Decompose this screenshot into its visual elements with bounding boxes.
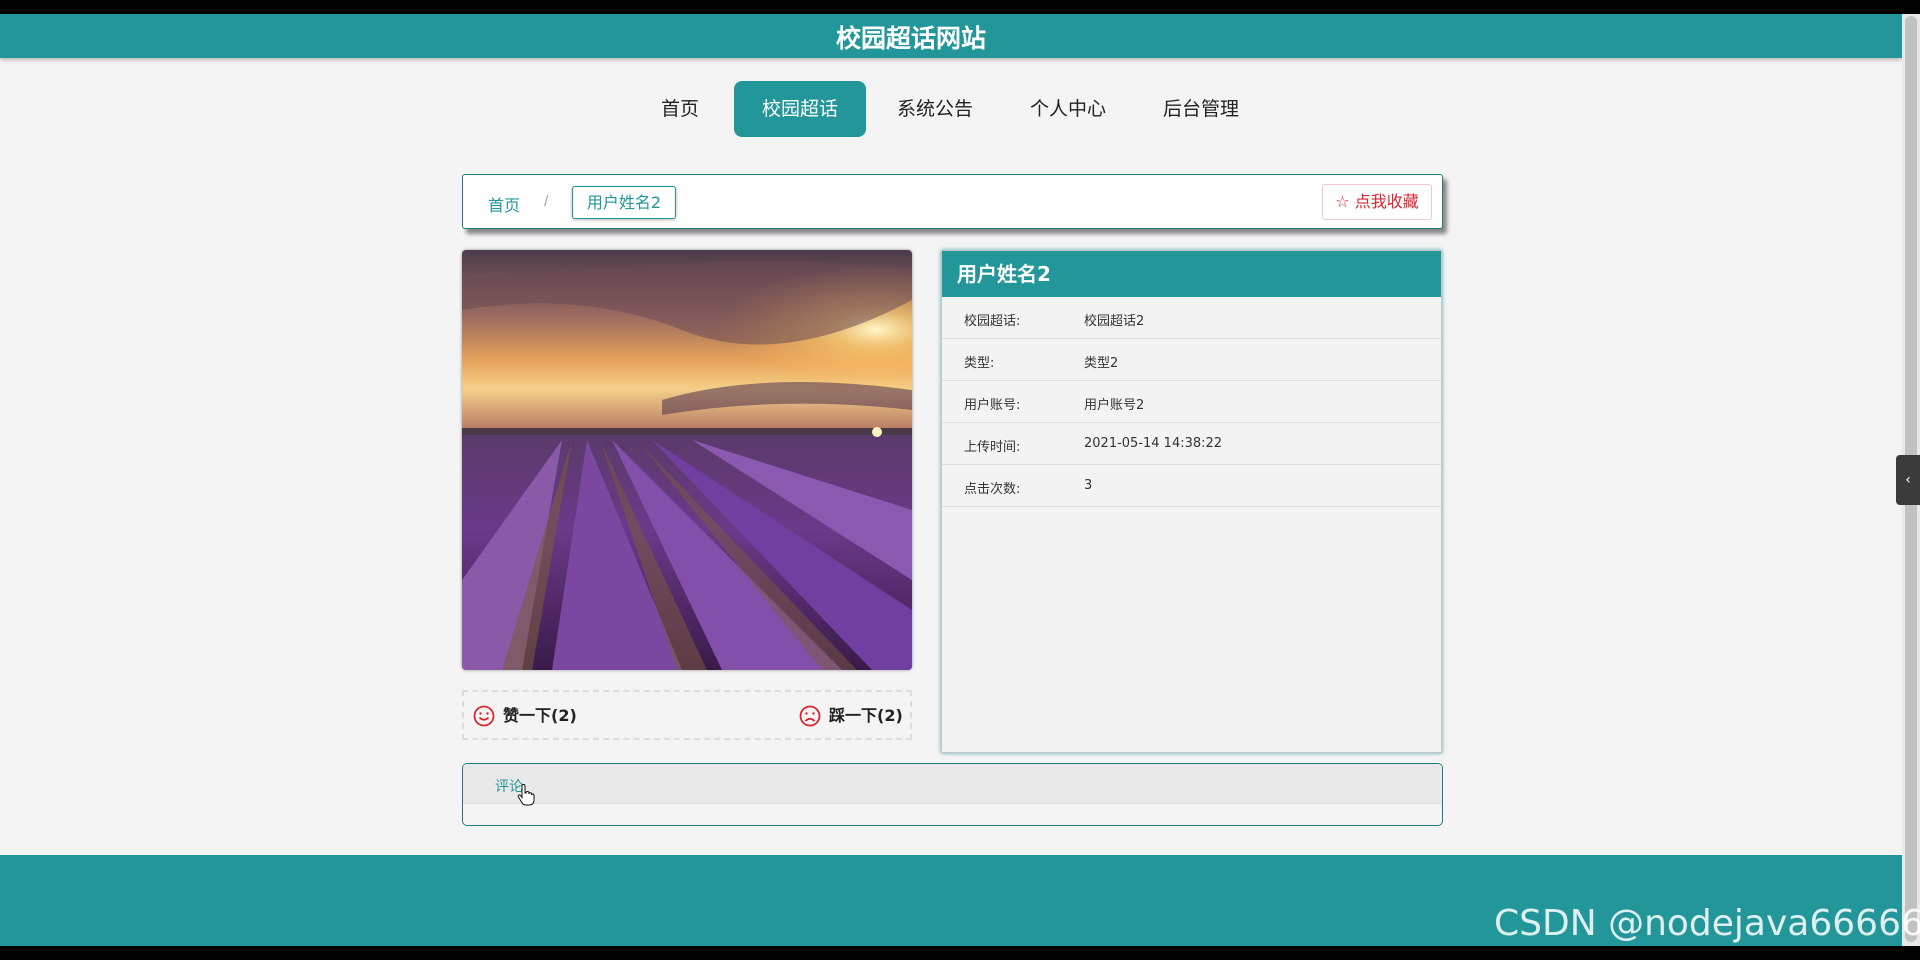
- chevron-left-icon: ‹: [1905, 472, 1911, 488]
- nav-item-home[interactable]: 首页: [648, 81, 712, 137]
- detail-panel: 用户姓名2 校园超话: 校园超话2 类型: 类型2 用户账号: 用户账号2 上传…: [941, 250, 1442, 753]
- detail-value: 类型2: [1084, 356, 1119, 371]
- detail-title: 用户姓名2: [942, 251, 1441, 297]
- breadcrumb-separator: /: [544, 194, 549, 209]
- top-header-bar: 校园超话网站: [0, 14, 1902, 58]
- detail-value: 用户账号2: [1084, 398, 1145, 413]
- page: 校园超话网站 首页 校园超话 系统公告 个人中心 后台管理 首页 / 用户姓名2…: [0, 14, 1902, 946]
- dislike-button[interactable]: 踩一下(2): [799, 704, 909, 728]
- dislike-label: 踩一下(2): [829, 706, 903, 725]
- frown-icon: [799, 705, 821, 727]
- favorite-button[interactable]: ☆ 点我收藏: [1322, 184, 1432, 220]
- detail-row: 上传时间: 2021-05-14 14:38:22: [942, 423, 1441, 465]
- breadcrumb-current: 用户姓名2: [572, 186, 676, 219]
- vote-bar: 赞一下(2) 踩一下(2): [462, 690, 912, 740]
- like-button[interactable]: 赞一下(2): [473, 704, 593, 728]
- detail-value: 校园超话2: [1084, 314, 1145, 329]
- breadcrumb-home-link[interactable]: 首页: [488, 192, 520, 216]
- detail-label: 点击次数:: [964, 482, 1021, 497]
- detail-row: 点击次数: 3: [942, 465, 1441, 507]
- nav-item-admin[interactable]: 后台管理: [1152, 81, 1250, 137]
- detail-label: 用户账号:: [964, 398, 1021, 413]
- detail-value: 3: [1084, 478, 1093, 493]
- post-image: [462, 250, 912, 670]
- detail-label: 上传时间:: [964, 440, 1021, 455]
- comment-tab-bar: 评论: [463, 764, 1442, 806]
- smile-icon: [473, 705, 495, 727]
- detail-label: 校园超话:: [964, 314, 1021, 329]
- detail-row: 校园超话: 校园超话2: [942, 297, 1441, 339]
- nav-item-campus-topics[interactable]: 校园超话: [734, 81, 866, 137]
- nav-item-announcements[interactable]: 系统公告: [886, 81, 984, 137]
- detail-row: 用户账号: 用户账号2: [942, 381, 1441, 423]
- detail-row: 类型: 类型2: [942, 339, 1441, 381]
- like-label: 赞一下(2): [503, 706, 577, 725]
- detail-value: 2021-05-14 14:38:22: [1084, 436, 1223, 451]
- comment-section: 评论: [462, 763, 1443, 826]
- hand-cursor-icon: [517, 784, 535, 806]
- site-title: 校园超话网站: [835, 24, 986, 53]
- side-panel-toggle[interactable]: ‹: [1896, 455, 1920, 505]
- breadcrumb: 首页 / 用户姓名2 ☆ 点我收藏: [462, 174, 1443, 229]
- main-nav: 首页 校园超话 系统公告 个人中心 后台管理: [0, 81, 1902, 137]
- nav-item-personal-center[interactable]: 个人中心: [1019, 81, 1117, 137]
- watermark: CSDN @nodejava666666: [1494, 903, 1920, 944]
- detail-label: 类型:: [964, 356, 995, 371]
